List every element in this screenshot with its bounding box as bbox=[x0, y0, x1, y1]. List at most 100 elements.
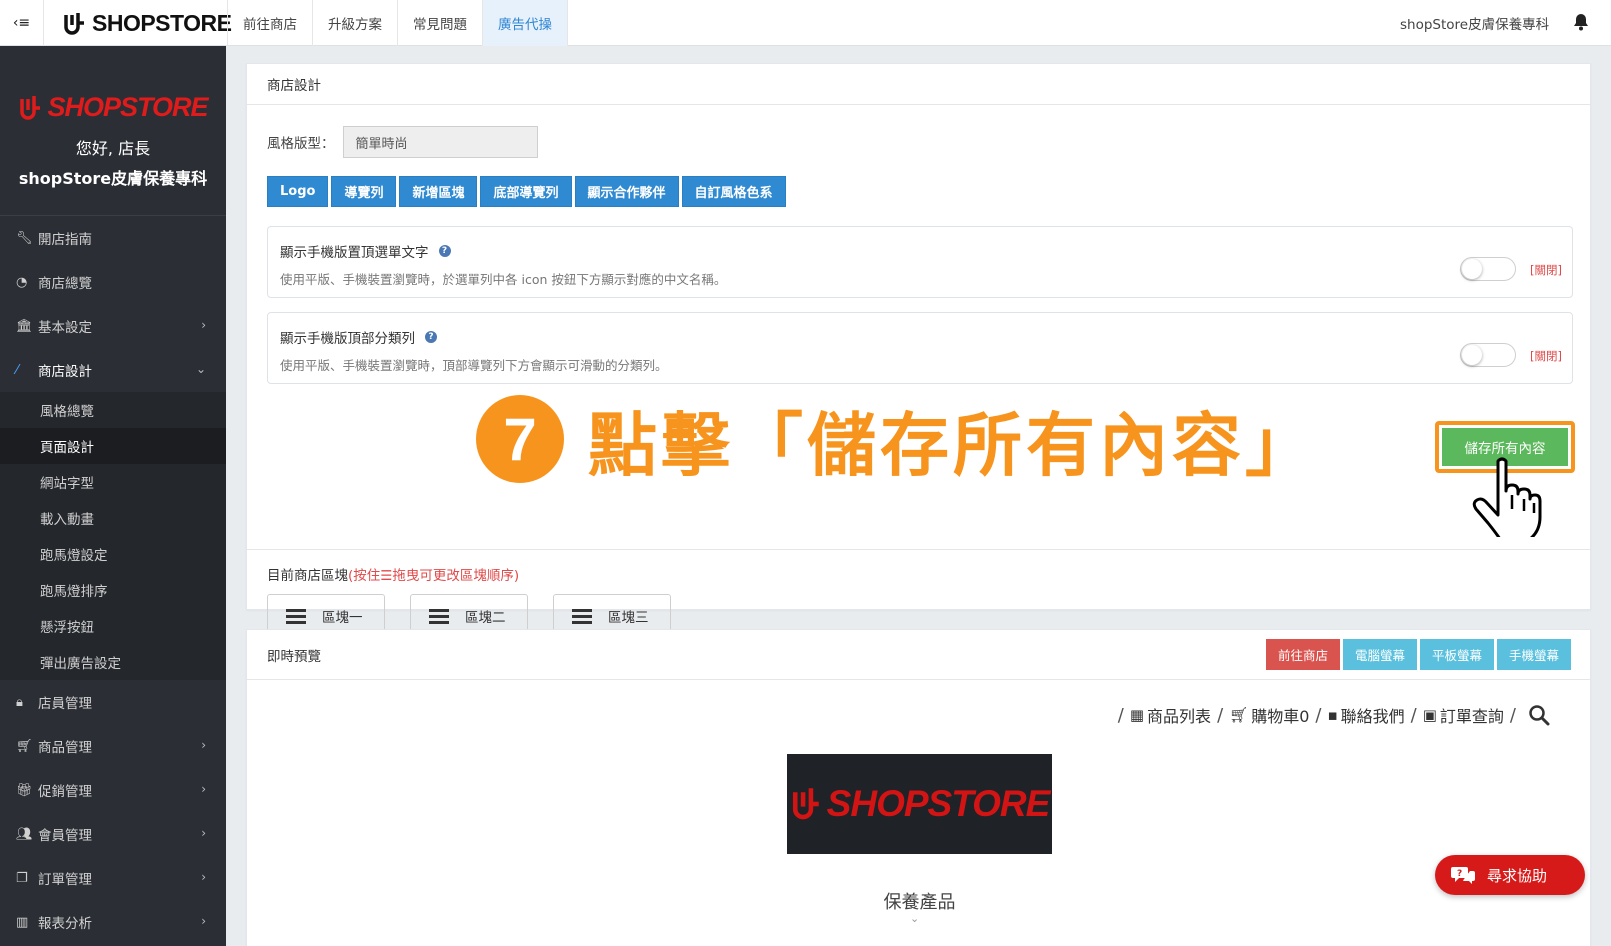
chart-icon: ▥ bbox=[16, 914, 29, 930]
wrench-icon: 🔧︎ bbox=[16, 230, 33, 246]
tutorial-annotation: 7 點擊「儲存所有內容」 bbox=[476, 395, 1318, 486]
toggle-knob bbox=[1462, 259, 1482, 279]
header-logo-text: SHOPSTORE bbox=[92, 9, 232, 36]
submenu-page-design[interactable]: 頁面設計 bbox=[0, 428, 226, 464]
sidebar-item-reports[interactable]: ▥ 報表分析 › bbox=[0, 900, 226, 944]
drag-handle-icon[interactable] bbox=[429, 608, 449, 624]
top-nav-go-store[interactable]: 前往商店 bbox=[227, 0, 312, 46]
sidebar-item-overview[interactable]: ◔ 商店總覽 bbox=[0, 260, 226, 304]
toggle-knob bbox=[1462, 345, 1482, 365]
chevron-down-icon: ⌄ bbox=[910, 912, 920, 925]
preview-site-nav: / ▦ 商品列表 / 🛒︎ 購物車0 / ▪ 聯絡我們 / ▣ 訂單查詢 / bbox=[1112, 703, 1550, 727]
preview-category-title[interactable]: 保養產品 bbox=[247, 888, 1592, 914]
preview-mobile-button[interactable]: 手機螢幕 bbox=[1496, 639, 1571, 670]
option-description: 使用平版、手機裝置瀏覽時，於選單列中各 icon 按鈕下方顯示對應的中文名稱。 bbox=[280, 272, 727, 287]
style-field[interactable]: 簡單時尚 bbox=[342, 126, 538, 158]
toggle-state-label: [關閉] bbox=[1530, 263, 1562, 277]
sidebar-item-label: 訂單管理 bbox=[38, 872, 92, 888]
add-block-button[interactable]: 新增區塊 bbox=[399, 176, 478, 207]
top-nav-faq[interactable]: 常見問題 bbox=[397, 0, 482, 46]
block-label: 區塊二 bbox=[465, 610, 506, 626]
sidebar-item-basic-settings[interactable]: 🏛︎ 基本設定 › bbox=[0, 304, 226, 348]
sidebar-submenu: 風格總覽 頁面設計 網站字型 載入動畫 跑馬燈設定 跑馬燈排序 懸浮按鈕 彈出廣… bbox=[0, 392, 226, 680]
step-number-badge: 7 bbox=[476, 395, 564, 483]
site-nav-order-lookup[interactable]: ▣ 訂單查詢 bbox=[1423, 703, 1504, 727]
option-mobile-category-bar: 顯示手機版頂部分類列 ? 使用平版、手機裝置瀏覽時，頂部導覽列下方會顯示可滑動的… bbox=[267, 312, 1573, 384]
bell-icon[interactable] bbox=[1571, 12, 1591, 32]
help-button[interactable]: ? 尋求協助 bbox=[1435, 855, 1585, 895]
option-title: 顯示手機版置頂選單文字 ? bbox=[280, 241, 451, 261]
sidebar-item-label: 店員管理 bbox=[38, 696, 92, 712]
top-nav-upgrade[interactable]: 升級方案 bbox=[312, 0, 397, 46]
top-bar: ‹≡ SHOPSTORE 前往商店 升級方案 常見問題 廣告代操 shopSto… bbox=[0, 0, 1611, 46]
bank-icon: 🏛︎ bbox=[16, 318, 33, 334]
site-nav-label: 購物車0 bbox=[1251, 707, 1310, 726]
shopstore-logo-icon bbox=[20, 95, 41, 120]
help-icon[interactable]: ? bbox=[425, 331, 437, 343]
sidebar-item-label: 會員管理 bbox=[38, 828, 92, 844]
sidebar-item-products[interactable]: 🛒︎ 商品管理 › bbox=[0, 724, 226, 768]
custom-colors-button[interactable]: 自訂風格色系 bbox=[681, 176, 786, 207]
style-row: 風格版型： 簡單時尚 bbox=[267, 126, 538, 158]
submenu-popup-ads[interactable]: 彈出廣告設定 bbox=[0, 644, 226, 680]
submenu-style-overview[interactable]: 風格總覽 bbox=[0, 392, 226, 428]
sidebar-item-staff[interactable]: 🔒︎ 店員管理 bbox=[0, 680, 226, 724]
live-preview-title: 即時預覽 bbox=[267, 648, 321, 665]
preview-site-logo[interactable]: SHOPSTORE bbox=[787, 754, 1052, 854]
sidebar-item-orders[interactable]: ❐ 訂單管理 › bbox=[0, 856, 226, 900]
sidebar: SHOPSTORE 您好, 店長 shopStore皮膚保養專科 🔧︎ 開店指南… bbox=[0, 46, 226, 946]
greeting: 您好, 店長 bbox=[75, 139, 151, 158]
site-nav-products[interactable]: ▦ 商品列表 bbox=[1130, 703, 1211, 727]
site-nav-cart[interactable]: 🛒︎ 購物車0 bbox=[1229, 703, 1309, 727]
shop-name: shopStore皮膚保養專科 bbox=[18, 169, 208, 188]
sidebar-toggle-button[interactable]: ‹≡ bbox=[0, 0, 44, 46]
site-nav-contact[interactable]: ▪ 聯絡我們 bbox=[1327, 703, 1404, 727]
top-nav-ads[interactable]: 廣告代操 bbox=[482, 0, 568, 46]
footer-nav-button[interactable]: 底部導覽列 bbox=[480, 176, 572, 207]
store-blocks-label: 目前商店區塊(按住☰拖曳可更改區塊順序) bbox=[267, 564, 519, 584]
preview-logo-text: SHOPSTORE bbox=[826, 783, 1051, 824]
sidebar-item-promotions[interactable]: 🎁︎ 促銷管理 › bbox=[0, 768, 226, 812]
live-preview-panel: 即時預覽 前往商店 電腦螢幕 平板螢幕 手機螢幕 / ▦ 商品列表 / 🛒︎ 購… bbox=[246, 629, 1591, 946]
submenu-loading-animation[interactable]: 載入動畫 bbox=[0, 500, 226, 536]
site-nav-label: 商品列表 bbox=[1147, 707, 1212, 726]
drag-handle-icon[interactable] bbox=[572, 608, 592, 624]
submenu-marquee-order[interactable]: 跑馬燈排序 bbox=[0, 572, 226, 608]
sidebar-item-label: 促銷管理 bbox=[38, 784, 92, 800]
shopstore-logo-icon bbox=[792, 788, 819, 820]
show-partners-button[interactable]: 顯示合作夥伴 bbox=[574, 176, 679, 207]
chat-help-icon: ? bbox=[1451, 867, 1475, 884]
store-design-header: 商店設計 bbox=[247, 64, 1590, 105]
drag-handle-icon[interactable] bbox=[286, 608, 306, 624]
sidebar-menu: 🔧︎ 開店指南 ◔ 商店總覽 🏛︎ 基本設定 › ⁄ 商店設計 ⌄ bbox=[0, 216, 226, 392]
sidebar-logo-text: SHOPSTORE bbox=[47, 92, 208, 122]
toggle-switch[interactable] bbox=[1460, 343, 1516, 367]
header-logo[interactable]: SHOPSTORE bbox=[62, 9, 232, 37]
submenu-marquee-settings[interactable]: 跑馬燈設定 bbox=[0, 536, 226, 572]
nav-separator: / bbox=[1509, 704, 1516, 726]
sidebar-item-members[interactable]: 👥︎ 會員管理 › bbox=[0, 812, 226, 856]
toggle-switch[interactable] bbox=[1460, 257, 1516, 281]
search-icon[interactable] bbox=[1528, 704, 1550, 726]
sidebar-item-store-design[interactable]: ⁄ 商店設計 ⌄ bbox=[0, 348, 226, 392]
chat-icon: ▪ bbox=[1327, 706, 1338, 724]
navbar-button[interactable]: 導覽列 bbox=[331, 176, 397, 207]
submenu-floating-button[interactable]: 懸浮按鈕 bbox=[0, 608, 226, 644]
store-blocks-hint: (按住☰拖曳可更改區塊順序) bbox=[348, 568, 520, 584]
preview-desktop-button[interactable]: 電腦螢幕 bbox=[1342, 639, 1417, 670]
preview-tablet-button[interactable]: 平板螢幕 bbox=[1419, 639, 1494, 670]
nav-separator: / bbox=[1410, 704, 1417, 726]
help-icon[interactable]: ? bbox=[438, 245, 451, 257]
svg-text:?: ? bbox=[1457, 869, 1462, 879]
design-button-row: Logo 導覽列 新增區塊 底部導覽列 顯示合作夥伴 自訂風格色系 bbox=[267, 176, 786, 207]
store-blocks-label-text: 目前商店區塊 bbox=[267, 568, 348, 584]
users-icon: 👥︎ bbox=[16, 826, 33, 842]
user-menu[interactable]: shopStore皮膚保養專科 bbox=[1400, 0, 1549, 46]
sidebar-item-guide[interactable]: 🔧︎ 開店指南 bbox=[0, 216, 226, 260]
logo-button[interactable]: Logo bbox=[267, 176, 329, 207]
chevron-right-icon: › bbox=[201, 826, 206, 840]
block-label: 區塊三 bbox=[608, 610, 649, 626]
preview-go-store-button[interactable]: 前往商店 bbox=[1265, 639, 1340, 670]
store-design-title: 商店設計 bbox=[267, 78, 321, 94]
submenu-site-font[interactable]: 網站字型 bbox=[0, 464, 226, 500]
